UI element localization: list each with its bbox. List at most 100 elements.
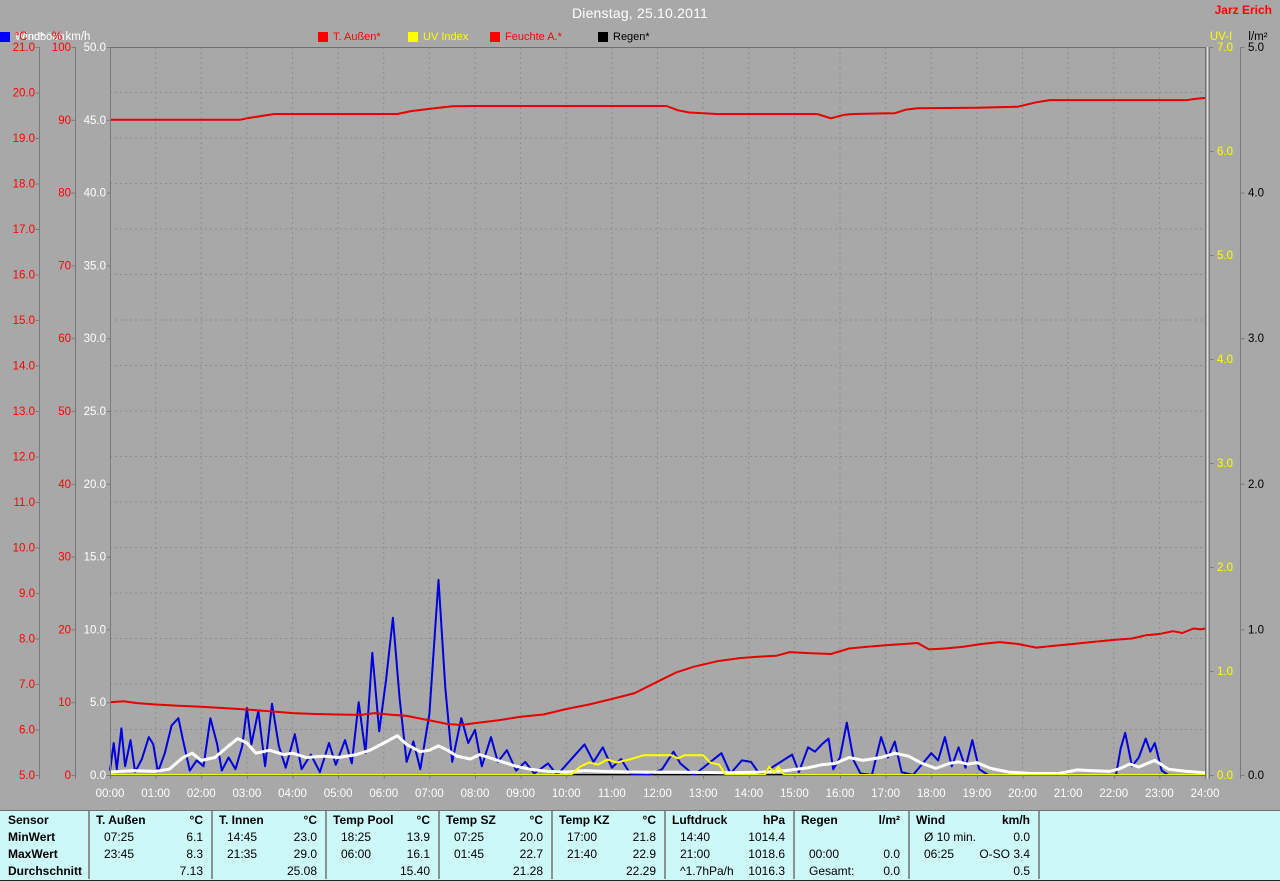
column-header: Wind xyxy=(916,812,946,827)
x-axis-label: 09:00 xyxy=(506,788,535,800)
table-cell: 07:25 6.1 xyxy=(88,828,211,845)
cell-value: 0.0 xyxy=(1013,829,1030,844)
axis-tick-label: 4.0 xyxy=(1217,354,1233,366)
x-axis-label: 12:00 xyxy=(643,788,672,800)
x-axis-label: 19:00 xyxy=(962,788,991,800)
cell-value: O-SO 3.4 xyxy=(979,846,1030,861)
axis-tick-label: 19.0 xyxy=(13,133,35,145)
axis-tick-label: 35.0 xyxy=(84,260,106,272)
cell-value: 23.0 xyxy=(293,829,317,844)
cell-value: 13.9 xyxy=(406,829,430,844)
table-row-label: MinWert xyxy=(8,829,56,844)
axis-tick-label: 11.0 xyxy=(13,497,35,509)
axis-tick-label: 17.0 xyxy=(13,224,35,236)
axis-tick-label: 0.0 xyxy=(1248,770,1264,782)
axis-tick-label: 70 xyxy=(58,260,71,272)
table-filler xyxy=(1038,862,1280,879)
table-cell: Ø 10 min. 0.0 xyxy=(908,828,1038,845)
cell-value: 1018.6 xyxy=(748,846,785,861)
x-axis-label: 15:00 xyxy=(780,788,809,800)
axis-tick-label: 10.0 xyxy=(13,543,35,555)
axis-tick-label: 8.0 xyxy=(19,634,35,646)
axis-tick-label: 45.0 xyxy=(84,115,106,127)
table-cell: Temp Pool °C xyxy=(325,811,438,828)
cell-time: 23:45 xyxy=(104,846,135,861)
table-filler xyxy=(1038,828,1280,845)
table-cell: 01:45 22.7 xyxy=(438,845,551,862)
cell-time: 00:00 xyxy=(809,846,840,861)
cell-value: 7.13 xyxy=(179,863,203,878)
table-filler xyxy=(1038,811,1280,828)
table-cell: 00:00 0.0 xyxy=(793,845,908,862)
cell-time: Ø 10 min. xyxy=(924,829,977,844)
table-cell: 18:25 13.9 xyxy=(325,828,438,845)
cell-time: 21:40 xyxy=(567,846,598,861)
cell-value: 29.0 xyxy=(293,846,317,861)
cell-value: 15.40 xyxy=(399,863,430,878)
axis-tick-label: 100 xyxy=(52,42,71,54)
column-header: T. Außen xyxy=(96,812,146,827)
table-cell: 21:40 22.9 xyxy=(551,845,664,862)
table-cell: 22.29 xyxy=(551,862,664,879)
cell-value: 22.9 xyxy=(632,846,656,861)
table-cell: 7.13 xyxy=(88,862,211,879)
table-cell: 17:00 21.8 xyxy=(551,828,664,845)
axis-tick-label: 4.0 xyxy=(1248,188,1264,200)
axis-unit-label: km/h xyxy=(66,31,91,43)
sensor-stats-table: Sensor T. Außen °C T. Innen °C Temp Pool °C Tem… xyxy=(0,810,1280,881)
cell-time: 18:25 xyxy=(341,829,372,844)
axis-tick-label: 30.0 xyxy=(84,333,106,345)
axis-tick-label: 6.0 xyxy=(1217,146,1233,158)
table-cell: T. Außen °C xyxy=(88,811,211,828)
axis-tick-label: 0.0 xyxy=(1217,770,1233,782)
axis-tick-label: 5.0 xyxy=(1248,42,1264,54)
axis-tick-label: 90 xyxy=(58,115,71,127)
axis-tick-label: 9.0 xyxy=(19,588,35,600)
axis-tick-label: 18.0 xyxy=(13,179,35,191)
column-header: Temp SZ xyxy=(446,812,496,827)
axis-tick-label: 60 xyxy=(58,333,71,345)
cell-value: 20.0 xyxy=(519,829,543,844)
table-filler xyxy=(1038,845,1280,862)
axis-tick-label: 7.0 xyxy=(19,679,35,691)
weather-chart: 5.0 6.0 7.0 8.0 9.0 10.0 11.0 12.0 13.0 14.0 15.0 1… xyxy=(13,31,1268,800)
x-axis-label: 06:00 xyxy=(369,788,398,800)
table-cell: Luftdruck hPa xyxy=(664,811,793,828)
x-axis-label: 21:00 xyxy=(1054,788,1083,800)
axis-tick-label: 1.0 xyxy=(1248,624,1264,636)
table-cell: 0.5 xyxy=(908,862,1038,879)
table-cell: 21.28 xyxy=(438,862,551,879)
table-cell: Wind km/h xyxy=(908,811,1038,828)
table-cell: 14:40 1014.4 xyxy=(664,828,793,845)
axis-unit-label: °C xyxy=(15,31,28,43)
x-axis-label: 16:00 xyxy=(826,788,855,800)
table-cell: Temp KZ °C xyxy=(551,811,664,828)
cell-time: ^1.7hPa/h xyxy=(680,863,734,878)
column-unit: °C xyxy=(642,812,656,827)
axis-unit-label: l/m² xyxy=(1248,31,1267,43)
axis-tick-label: 40 xyxy=(58,479,71,491)
axis-tick-label: 3.0 xyxy=(1248,333,1264,345)
column-unit: °C xyxy=(303,812,317,827)
axis-tick-label: 0 xyxy=(65,770,71,782)
axis-tick-label: 2.0 xyxy=(1248,479,1264,491)
cell-value: 0.0 xyxy=(883,863,900,878)
cell-value: 1016.3 xyxy=(748,863,785,878)
table-cell: 25.08 xyxy=(211,862,325,879)
axis-tick-label: 5.0 xyxy=(19,770,35,782)
cell-time: 14:40 xyxy=(680,829,711,844)
table-cell: ^1.7hPa/h 1016.3 xyxy=(664,862,793,879)
axis-tick-label: 6.0 xyxy=(19,725,35,737)
x-axis-label: 08:00 xyxy=(461,788,490,800)
axis-tick-label: 14.0 xyxy=(13,361,35,373)
axis-tick-label: 80 xyxy=(58,188,71,200)
table-cell: Gesamt: 0.0 xyxy=(793,862,908,879)
table-cell: 21:35 29.0 xyxy=(211,845,325,862)
x-axis-label: 03:00 xyxy=(232,788,261,800)
axis-tick-label: 2.0 xyxy=(1217,562,1233,574)
cell-value: 21.28 xyxy=(512,863,543,878)
axis-tick-label: 20.0 xyxy=(84,479,106,491)
x-axis-label: 07:00 xyxy=(415,788,444,800)
column-unit: hPa xyxy=(762,812,785,827)
table-cell: 14:45 23.0 xyxy=(211,828,325,845)
